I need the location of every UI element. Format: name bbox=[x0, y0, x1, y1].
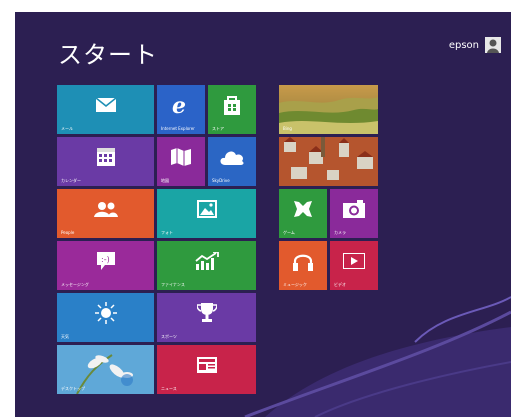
start-title: スタート bbox=[58, 41, 158, 69]
tile-label: People bbox=[61, 230, 75, 235]
trophy-icon bbox=[157, 293, 256, 333]
tile-desktop[interactable]: デスクトップ bbox=[57, 345, 154, 394]
tile-label: ビデオ bbox=[334, 282, 346, 287]
tile-label: デスクトップ bbox=[61, 386, 85, 391]
tile-label: ストア bbox=[212, 126, 224, 131]
tile-label: メール bbox=[61, 126, 73, 131]
tile-label: 天気 bbox=[61, 334, 69, 339]
tile-label: ニュース bbox=[161, 386, 177, 391]
svg-text::-): :-) bbox=[101, 255, 110, 264]
svg-text:e: e bbox=[172, 94, 186, 116]
tile-label: Bing bbox=[283, 126, 292, 131]
play-icon bbox=[330, 241, 378, 281]
internet-explorer-icon: e bbox=[157, 85, 205, 125]
tile-label: メッセージング bbox=[61, 282, 89, 287]
cloud-icon bbox=[208, 137, 256, 177]
tile-store[interactable]: ストア bbox=[208, 85, 256, 134]
landscape-image bbox=[279, 85, 378, 134]
user-account[interactable]: epson bbox=[449, 37, 501, 53]
tile-label: カメラ bbox=[334, 230, 346, 235]
sun-icon bbox=[57, 293, 154, 333]
tile-label: フォト bbox=[161, 230, 173, 235]
chat-smiley-icon: :-) bbox=[57, 241, 154, 281]
photo-icon bbox=[157, 189, 256, 229]
tile-label: Internet Explorer bbox=[161, 126, 195, 131]
tile-label: カレンダー bbox=[61, 178, 81, 183]
tile-label: スポーツ bbox=[161, 334, 177, 339]
store-bag-icon bbox=[208, 85, 256, 125]
tile-bing[interactable]: Bing bbox=[279, 85, 378, 134]
tile-label: 地図 bbox=[161, 178, 169, 183]
game-controller-icon bbox=[279, 189, 327, 229]
tile-news[interactable]: ニュース bbox=[157, 345, 256, 394]
tile-skydrive[interactable]: SkyDrive bbox=[208, 137, 256, 186]
tile-label: ファイナンス bbox=[161, 282, 185, 287]
tile-video[interactable]: ビデオ bbox=[330, 241, 378, 290]
tile-maps[interactable]: 地図 bbox=[157, 137, 205, 186]
tile-internet-explorer[interactable]: e Internet Explorer bbox=[157, 85, 205, 134]
tile-sports[interactable]: スポーツ bbox=[157, 293, 256, 342]
city-rooftops-image bbox=[279, 137, 378, 186]
tile-label: ゲーム bbox=[283, 230, 295, 235]
tile-people[interactable]: People bbox=[57, 189, 154, 238]
tile-label: ミュージック bbox=[283, 282, 307, 287]
tile-messaging[interactable]: :-) メッセージング bbox=[57, 241, 154, 290]
start-screen: スタート epson メール カレンダー People :-) メッセージング bbox=[15, 12, 511, 417]
tile-calendar[interactable]: カレンダー bbox=[57, 137, 154, 186]
people-icon bbox=[57, 189, 154, 229]
calendar-icon bbox=[57, 137, 154, 177]
tile-music[interactable]: ミュージック bbox=[279, 241, 327, 290]
user-avatar-icon bbox=[485, 37, 501, 53]
newspaper-icon bbox=[157, 345, 256, 385]
tile-mail[interactable]: メール bbox=[57, 85, 154, 134]
tile-finance[interactable]: ファイナンス bbox=[157, 241, 256, 290]
map-icon bbox=[157, 137, 205, 177]
tile-label: SkyDrive bbox=[212, 178, 230, 183]
headphones-icon bbox=[279, 241, 327, 281]
camera-icon bbox=[330, 189, 378, 229]
tile-travel[interactable] bbox=[279, 137, 378, 186]
chart-up-icon bbox=[157, 241, 256, 281]
tile-games[interactable]: ゲーム bbox=[279, 189, 327, 238]
tile-camera[interactable]: カメラ bbox=[330, 189, 378, 238]
mail-icon bbox=[57, 85, 154, 125]
tile-weather[interactable]: 天気 bbox=[57, 293, 154, 342]
tile-photos[interactable]: フォト bbox=[157, 189, 256, 238]
user-name: epson bbox=[448, 39, 479, 51]
